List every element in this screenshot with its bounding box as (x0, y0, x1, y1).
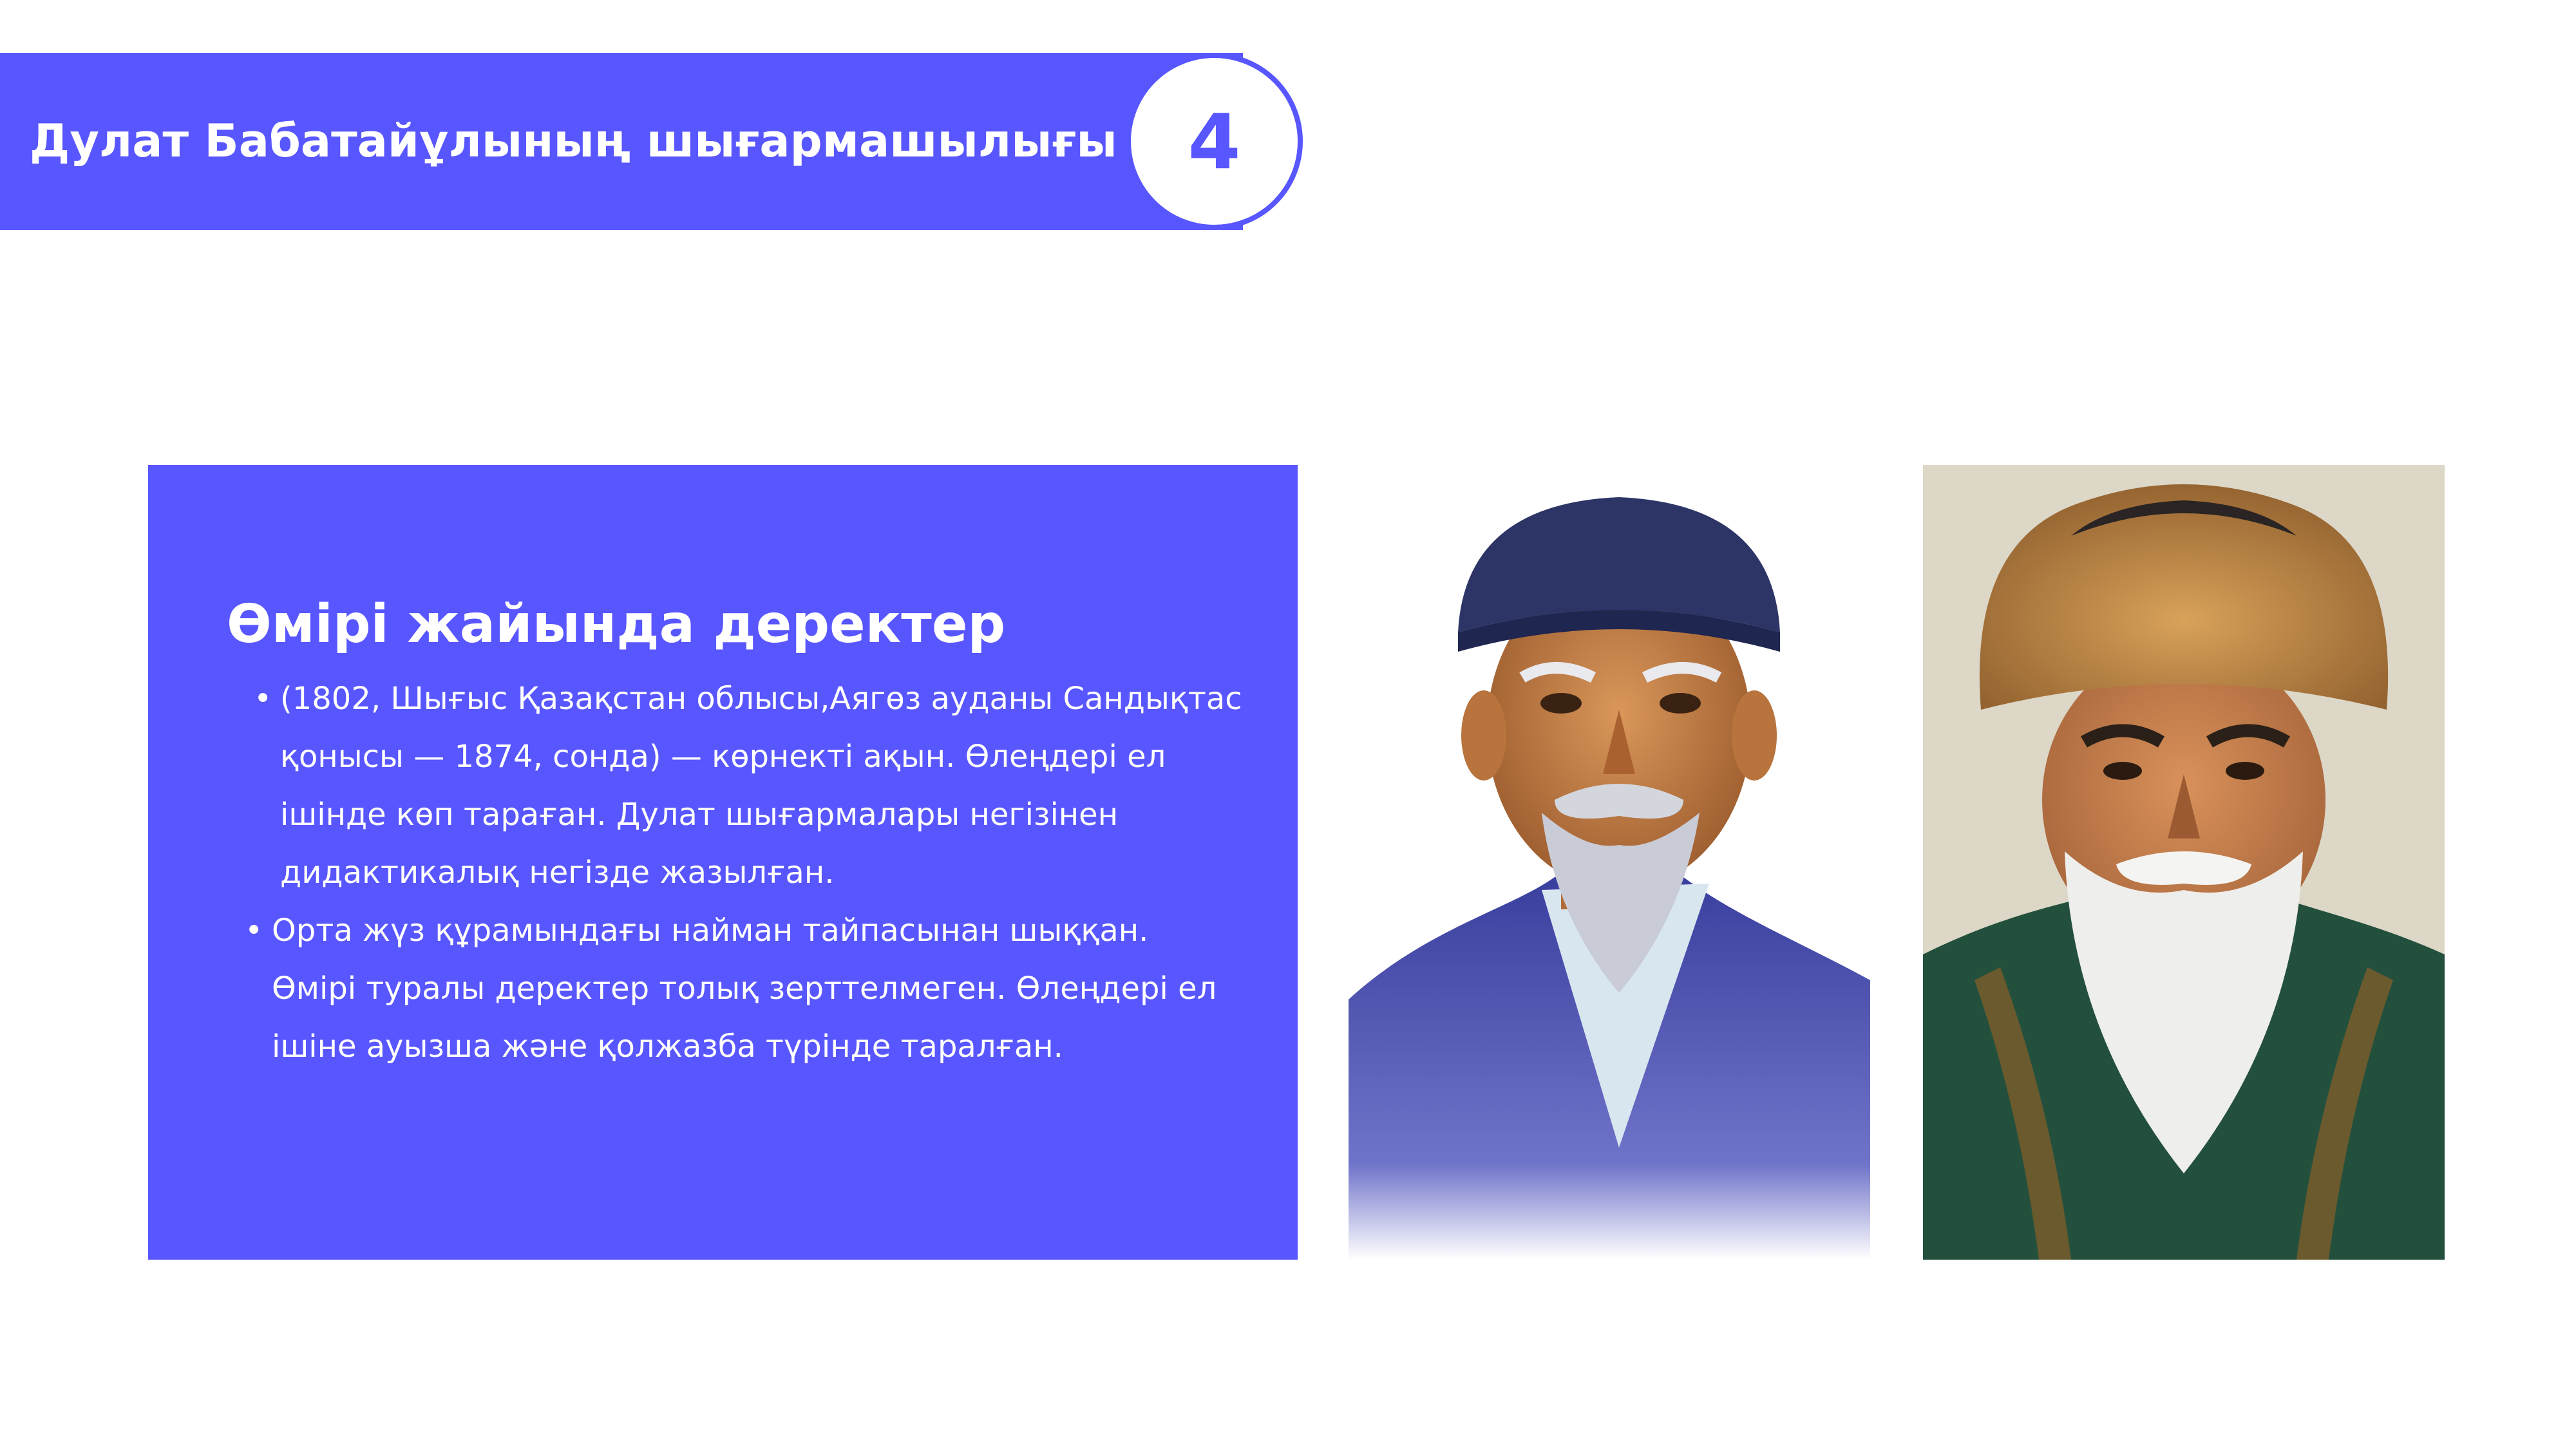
list-item: • Орта жүз құрамындағы найман тайпасынан… (227, 902, 1257, 1075)
list-item-line: қонысы — 1874, сонда) — көрнекті ақын. Ө… (280, 739, 1166, 775)
bullet-icon: • (254, 681, 272, 717)
slide-number-badge: 4 (1126, 53, 1303, 230)
slide-title: Дулат Бабатайұлының шығармашылығы (30, 115, 1117, 167)
portrait-drawing-1 (1349, 497, 1870, 1260)
list-item-line: ішінде көп тараған. Дулат шығармалары не… (280, 797, 1119, 833)
list-item: • (1802, Шығыс Қазақстан облысы,Аягөз ау… (227, 670, 1257, 902)
title-bar: Дулат Бабатайұлының шығармашылығы (0, 53, 1243, 230)
bullet-icon: • (245, 913, 263, 949)
list-item-line: ішіне ауызша және қолжазба түрінде тарал… (272, 1028, 1063, 1065)
portrait-drawing-2 (1923, 465, 2445, 1260)
info-heading: Өмірі жайында деректер (227, 594, 1006, 655)
info-panel: Өмірі жайында деректер • (1802, Шығыс Қа… (148, 465, 1298, 1260)
portrait-image-2 (1923, 465, 2445, 1260)
list-item-line: Орта жүз құрамындағы найман тайпасынан ш… (272, 913, 1149, 949)
list-item-line: дидактикалық негізде жазылған. (280, 855, 835, 891)
list-item-line: Өмірі туралы деректер толық зерттелмеген… (272, 971, 1217, 1007)
portrait-image-1 (1349, 465, 1870, 1260)
info-list: • (1802, Шығыс Қазақстан облысы,Аягөз ау… (227, 670, 1257, 1075)
list-item-line: (1802, Шығыс Қазақстан облысы,Аягөз ауда… (280, 681, 1242, 717)
